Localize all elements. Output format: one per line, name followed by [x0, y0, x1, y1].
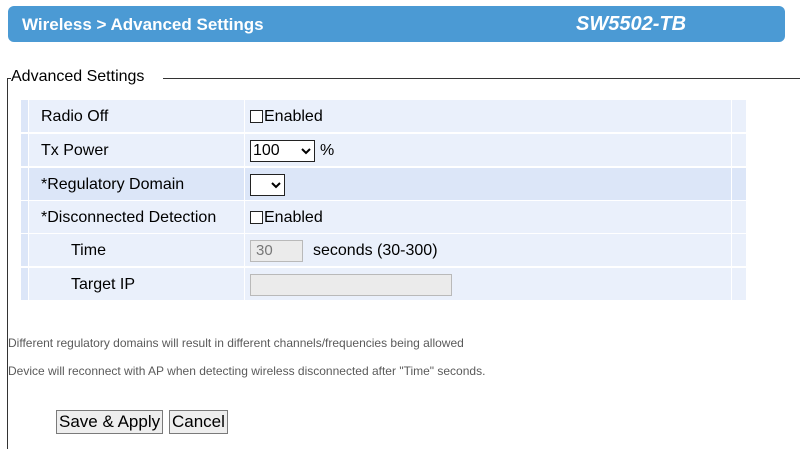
time-label: Time	[71, 242, 106, 259]
tx-power-select[interactable]: 100	[250, 140, 315, 162]
radio-off-label: Radio Off	[41, 108, 109, 125]
chevron-down-icon	[301, 148, 311, 155]
radio-off-checkbox[interactable]	[250, 110, 263, 123]
disconnected-detection-label: *Disconnected Detection	[41, 209, 217, 226]
fieldset-top-border	[163, 78, 800, 79]
time-range-hint: seconds (30-300)	[313, 242, 438, 259]
fieldset-border	[7, 78, 12, 449]
cancel-button[interactable]: Cancel	[169, 410, 228, 434]
target-ip-label: Target IP	[71, 276, 136, 293]
row-tx-power: Tx Power 100 %	[21, 134, 746, 167]
radio-off-enabled-label: Enabled	[264, 108, 323, 125]
row-regulatory-domain: *Regulatory Domain	[21, 168, 746, 201]
disconnected-detection-enabled-label: Enabled	[264, 209, 323, 226]
row-time: Time 30 seconds (30-300)	[21, 234, 746, 267]
time-input[interactable]: 30	[250, 240, 303, 262]
device-model: SW5502-TB	[576, 13, 687, 35]
tx-power-value: 100	[253, 142, 280, 159]
fieldset-legend: Advanced Settings	[11, 68, 149, 86]
regulatory-domain-select[interactable]	[250, 174, 285, 196]
target-ip-input[interactable]	[250, 274, 452, 296]
row-target-ip: Target IP	[21, 268, 746, 301]
regulatory-domain-label: *Regulatory Domain	[41, 176, 185, 193]
breadcrumb: Wireless > Advanced Settings	[22, 15, 264, 34]
page-header: Wireless > Advanced Settings SW5502-TB	[8, 6, 785, 42]
disconnected-detection-checkbox[interactable]	[250, 211, 263, 224]
save-apply-button[interactable]: Save & Apply	[56, 410, 164, 434]
tx-power-label: Tx Power	[41, 142, 109, 159]
note-regulatory-domain: Different regulatory domains will result…	[8, 336, 464, 350]
settings-table: Radio Off Enabled Tx Power 100 % *Regula…	[21, 100, 746, 301]
chevron-down-icon	[271, 182, 281, 189]
row-disconnected-detection: *Disconnected Detection Enabled	[21, 201, 746, 234]
note-reconnect: Device will reconnect with AP when detec…	[8, 364, 486, 378]
tx-power-unit: %	[320, 142, 335, 159]
row-radio-off: Radio Off Enabled	[21, 100, 746, 133]
